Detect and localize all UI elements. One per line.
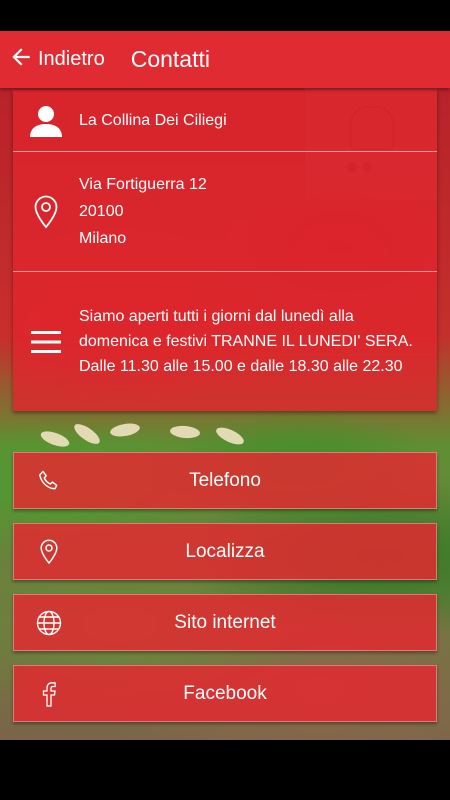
pine-nut (38, 428, 72, 450)
back-label: Indietro (38, 48, 105, 70)
menu-lines-icon (13, 330, 79, 353)
address-city: Milano (79, 230, 127, 247)
address-zip: 20100 (79, 203, 124, 220)
pine-nut (169, 424, 201, 440)
back-arrow-icon (8, 44, 34, 75)
page-title: Contatti (130, 46, 210, 72)
status-bar (0, 0, 450, 31)
pine-nut (109, 421, 141, 439)
app-bar: Indietro Contatti (0, 31, 450, 88)
phone-button-label: Telefono (189, 469, 261, 491)
facebook-icon (32, 666, 66, 721)
website-button[interactable]: Sito internet (13, 594, 437, 651)
back-button[interactable]: Indietro (8, 44, 105, 75)
locate-button-label: Localizza (185, 540, 265, 562)
globe-icon (32, 595, 66, 650)
system-nav-bar (0, 740, 450, 800)
address-street: Via Fortiguerra 12 (79, 176, 207, 193)
location-pin-icon (32, 524, 66, 579)
person-icon (13, 105, 79, 137)
address-text: Via Fortiguerra 12 20100 Milano (79, 171, 207, 252)
phone-button[interactable]: Telefono (13, 452, 437, 509)
pine-nut (213, 424, 247, 448)
opening-hours: Siamo aperti tutti i giorni dal lunedì a… (79, 308, 413, 375)
contact-info-card: La Collina Dei Ciliegi Via Fortiguerra 1… (13, 90, 437, 411)
location-pin-icon (13, 195, 79, 229)
address-row: Via Fortiguerra 12 20100 Milano (13, 152, 437, 272)
phone-icon (32, 453, 66, 508)
restaurant-name: La Collina Dei Ciliegi (79, 112, 227, 129)
pine-nut (71, 420, 103, 448)
name-row: La Collina Dei Ciliegi (13, 90, 437, 152)
hours-row: Siamo aperti tutti i giorni dal lunedì a… (13, 272, 437, 411)
facebook-button[interactable]: Facebook (13, 665, 437, 722)
facebook-button-label: Facebook (183, 682, 267, 704)
locate-button[interactable]: Localizza (13, 523, 437, 580)
website-button-label: Sito internet (174, 611, 276, 633)
